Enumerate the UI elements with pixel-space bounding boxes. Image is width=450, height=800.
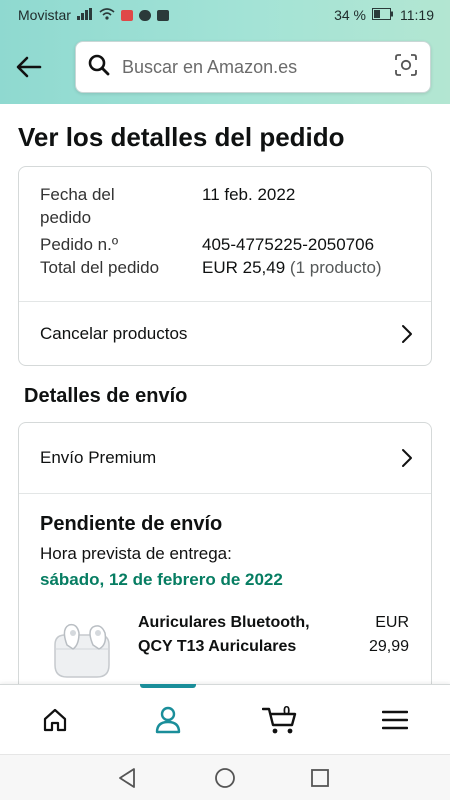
- order-date-value: 11 feb. 2022: [202, 185, 296, 204]
- chevron-right-icon: [402, 325, 412, 343]
- order-total-value: EUR 25,49: [202, 258, 286, 277]
- signal-icon: [76, 7, 93, 23]
- shipping-method-link[interactable]: Envío Premium: [19, 423, 431, 493]
- page-title: Ver los detalles del pedido: [18, 122, 345, 152]
- product-item[interactable]: Auriculares Bluetooth, QCY T13 Auricular…: [49, 611, 411, 691]
- nav-account[interactable]: [128, 685, 208, 755]
- system-navigation-bar: [0, 754, 450, 800]
- nav-cart[interactable]: 0: [240, 685, 320, 755]
- order-summary-card: Fecha del pedido 11 feb. 2022 Pedido n.º…: [18, 166, 432, 366]
- order-total-label: Total del pedido: [40, 258, 160, 277]
- product-price: EUR 29,99: [369, 611, 409, 659]
- delivery-eta-date: sábado, 12 de febrero de 2022: [40, 570, 283, 589]
- product-name[interactable]: Auriculares Bluetooth, QCY T13 Auricular…: [138, 611, 328, 659]
- wifi-icon: [99, 7, 115, 23]
- shipment-status: Pendiente de envío Hora prevista de entr…: [40, 513, 413, 590]
- cancel-products-link[interactable]: Cancelar productos: [19, 302, 431, 365]
- back-arrow-icon: [16, 56, 42, 78]
- product-image[interactable]: [49, 619, 115, 681]
- cart-icon: [262, 707, 297, 734]
- home-icon: [43, 708, 67, 732]
- cart-count-badge: 0: [283, 703, 291, 718]
- system-recents-button[interactable]: [305, 763, 335, 793]
- cancel-products-label: Cancelar productos: [40, 324, 188, 343]
- shipping-card: Envío Premium Pendiente de envío Hora pr…: [18, 422, 432, 712]
- search-input[interactable]: [122, 56, 394, 78]
- delivery-eta-label: Hora prevista de entrega:: [40, 544, 232, 563]
- square-recents-icon: [311, 769, 329, 787]
- order-item-count: (1 producto): [289, 258, 382, 277]
- notification-sync-icon: [138, 9, 151, 21]
- divider: [19, 493, 431, 494]
- nav-home[interactable]: [15, 685, 95, 755]
- search-icon: [88, 54, 110, 81]
- shipment-status-title: Pendiente de envío: [40, 513, 223, 535]
- chevron-right-icon: [402, 449, 412, 467]
- search-box[interactable]: [75, 41, 431, 93]
- menu-icon: [382, 710, 408, 730]
- system-back-button[interactable]: [112, 763, 142, 793]
- bottom-navigation: 0: [0, 684, 450, 754]
- battery-percent: 34 %: [334, 7, 366, 23]
- order-number-value: 405-4775225-2050706: [202, 235, 375, 254]
- order-number-label: Pedido n.º: [40, 235, 119, 254]
- camera-scan-icon[interactable]: [394, 53, 418, 82]
- status-bar: Movistar 34 % 11:19: [0, 0, 450, 30]
- circle-home-icon: [215, 768, 235, 788]
- nav-menu[interactable]: [355, 685, 435, 755]
- price-amount: 29,99: [368, 638, 409, 655]
- back-button[interactable]: [12, 50, 46, 84]
- notification-video-icon: [156, 9, 169, 21]
- shipping-method-label: Envío Premium: [40, 448, 157, 467]
- notification-app-icon: [120, 9, 133, 21]
- triangle-back-icon: [119, 768, 135, 788]
- price-currency: EUR: [375, 614, 409, 631]
- carrier-name: Movistar: [18, 7, 71, 23]
- search-header: [0, 30, 450, 104]
- clock: 11:19: [400, 7, 434, 23]
- account-icon: [155, 706, 181, 734]
- order-date-label: Fecha del pedido: [40, 185, 115, 227]
- shipping-section-title: Detalles de envío: [24, 385, 188, 407]
- system-home-button[interactable]: [210, 763, 240, 793]
- battery-icon: [372, 7, 394, 23]
